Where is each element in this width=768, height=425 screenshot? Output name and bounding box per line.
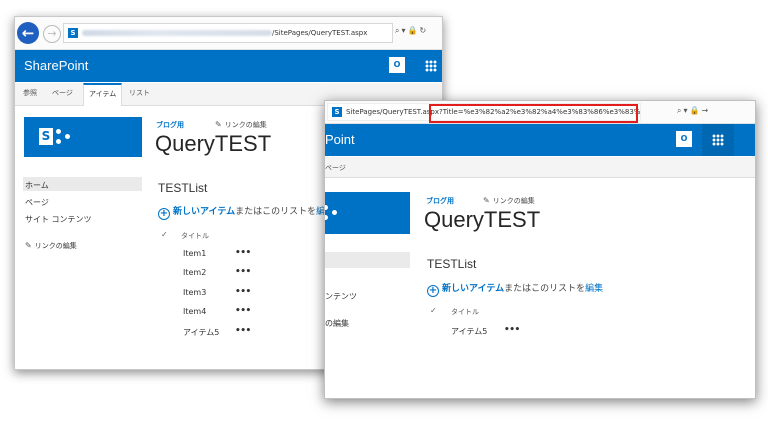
url-field[interactable]: S/SitePages/QueryTEST.aspx xyxy=(63,23,393,43)
new-item-row: +新しいアイテムまたはこのリストを編集 xyxy=(158,204,334,220)
app-launcher-icon xyxy=(712,134,724,146)
nav-edit-links[interactable]: ✎ リンクの編集 xyxy=(25,241,77,251)
new-item-link[interactable]: 新しいアイテム xyxy=(173,207,235,217)
nav-item-site-contents[interactable]: ンテンツ xyxy=(325,291,357,302)
item-menu-ellipsis[interactable]: ••• xyxy=(235,248,251,258)
list-item[interactable]: Item2 xyxy=(183,268,206,277)
sharepoint-brand[interactable]: SharePoint xyxy=(24,58,88,73)
url-query-highlight xyxy=(429,104,638,123)
item-menu-ellipsis[interactable]: ••• xyxy=(235,306,251,316)
nav-edit-links-label: リンクの編集 xyxy=(34,242,77,250)
app-launcher-button[interactable] xyxy=(702,124,734,156)
list-item[interactable]: Item3 xyxy=(183,288,206,297)
item-menu-ellipsis[interactable]: ••• xyxy=(235,267,251,277)
address-bar: S SitePages/QueryTEST.aspx?Title=%e3%82%a… xyxy=(325,101,755,124)
plus-circle-icon[interactable]: + xyxy=(427,285,439,297)
url-tools[interactable]: ⌕▾🔒→ xyxy=(677,106,710,116)
page-title: QueryTEST xyxy=(424,207,541,232)
outlook-icon[interactable]: O xyxy=(676,131,692,147)
logo-dots-icon xyxy=(325,205,338,220)
edit-links-label: リンクの編集 xyxy=(492,197,535,205)
outlook-icon[interactable]: O xyxy=(389,57,405,73)
back-arrow-icon[interactable]: ← xyxy=(17,22,39,44)
tab-browse[interactable]: 参照 xyxy=(23,88,37,98)
check-icon[interactable]: ✓ xyxy=(161,230,168,239)
pencil-icon: ✎ xyxy=(215,120,222,129)
app-launcher-button[interactable] xyxy=(415,50,442,82)
column-header-title[interactable]: タイトル xyxy=(181,231,209,241)
plus-circle-icon[interactable]: + xyxy=(158,208,170,220)
favicon: S xyxy=(68,28,78,38)
favicon: S xyxy=(332,107,342,117)
list-item[interactable]: アイテム5 xyxy=(451,326,487,337)
nav-item-pages[interactable]: ページ xyxy=(25,197,49,208)
edit-list-link[interactable]: 編集 xyxy=(585,284,603,294)
sharepoint-brand[interactable]: Point xyxy=(325,132,355,147)
page-title: QueryTEST xyxy=(155,131,272,156)
logo-s-icon: S xyxy=(39,128,53,145)
new-item-mid-text: またはこのリストを xyxy=(235,207,317,217)
nav-item-home[interactable]: ホーム xyxy=(25,180,49,191)
edit-links-label: リンクの編集 xyxy=(224,121,267,129)
item-menu-ellipsis[interactable]: ••• xyxy=(235,287,251,297)
ribbon-tabs: ページ xyxy=(325,157,755,178)
edit-links-top[interactable]: ✎ リンクの編集 xyxy=(483,196,535,206)
list-item[interactable]: Item1 xyxy=(183,249,206,258)
tab-page[interactable]: ページ xyxy=(52,88,73,98)
blog-part-link[interactable]: ブログ用 xyxy=(426,196,454,206)
new-item-link[interactable]: 新しいアイテム xyxy=(442,284,504,294)
list-title[interactable]: TESTList xyxy=(158,181,207,195)
forward-arrow-icon[interactable]: → xyxy=(43,25,61,43)
nav-edit-links[interactable]: の編集 xyxy=(325,318,349,329)
tab-page[interactable]: ページ xyxy=(325,163,346,173)
new-item-row: +新しいアイテムまたはこのリストを編集 xyxy=(427,281,603,297)
list-title[interactable]: TESTList xyxy=(427,257,476,271)
new-item-mid-text: またはこのリストを xyxy=(504,284,586,294)
check-icon[interactable]: ✓ xyxy=(430,306,437,315)
tab-item[interactable]: アイテム xyxy=(83,83,123,106)
logo-dots-icon xyxy=(56,129,71,144)
browser-window-front: S SitePages/QueryTEST.aspx?Title=%e3%82%a… xyxy=(324,100,756,399)
list-item[interactable]: Item4 xyxy=(183,307,206,316)
app-launcher-icon xyxy=(425,60,437,72)
address-bar: ← → S/SitePages/QueryTEST.aspx ⌕▾🔒↻ xyxy=(15,17,442,50)
url-tools[interactable]: ⌕▾🔒↻ xyxy=(395,26,428,36)
url-path: /SitePages/QueryTEST.aspx xyxy=(272,29,368,37)
pencil-icon: ✎ xyxy=(25,241,32,250)
blog-part-link[interactable]: ブログ用 xyxy=(156,120,184,130)
item-menu-ellipsis[interactable]: ••• xyxy=(504,325,520,335)
site-logo[interactable] xyxy=(325,192,410,234)
suite-bar: Point O xyxy=(325,124,755,156)
tab-list[interactable]: リスト xyxy=(129,88,150,98)
nav-item-site-contents[interactable]: サイト コンテンツ xyxy=(25,214,92,225)
column-header-title[interactable]: タイトル xyxy=(451,307,479,317)
item-menu-ellipsis[interactable]: ••• xyxy=(235,326,251,336)
list-item[interactable]: アイテム5 xyxy=(183,327,219,338)
edit-links-top[interactable]: ✎ リンクの編集 xyxy=(215,120,267,130)
nav-active-bg xyxy=(325,252,410,268)
pencil-icon: ✎ xyxy=(483,196,490,205)
site-logo[interactable]: S xyxy=(24,117,142,157)
url-blurred-host xyxy=(82,30,272,36)
suite-bar: SharePoint O xyxy=(15,50,442,82)
url-path: SitePages/QueryTEST.aspx xyxy=(346,108,439,116)
